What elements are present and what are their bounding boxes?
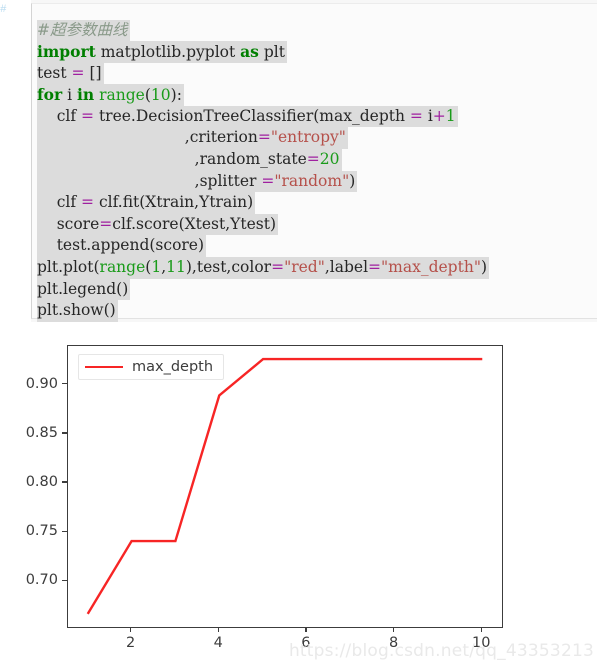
code-token: #超参数曲线 (37, 20, 128, 39)
plot-axes: max_depth (67, 345, 503, 628)
code-token: = (271, 258, 285, 277)
code-token: "red" (284, 258, 325, 277)
code-token: ,splitter (37, 171, 262, 190)
code-line: score=clf.score(Xtest,Ytest) (37, 213, 279, 236)
code-line: ,random_state=20 (37, 149, 342, 171)
code-token: 20 (319, 150, 340, 169)
code-line: #超参数曲线 (37, 19, 130, 42)
code-token: matplotlib.pyplot (95, 43, 241, 62)
code-token: = (71, 63, 85, 82)
code-token: clf (37, 193, 82, 212)
code-token: i (422, 106, 433, 125)
y-tick-label: 0.75 (25, 523, 58, 540)
code-line: clf = clf.fit(Xtrain,Ytrain) (37, 192, 256, 214)
code-token: ) (480, 258, 488, 277)
code-token: as (240, 42, 259, 62)
code-token: range (99, 86, 145, 105)
code-token: ,label (324, 258, 369, 277)
code-token: ),test,color (185, 258, 272, 277)
code-token: i (62, 86, 77, 105)
code-token: ): (170, 86, 182, 105)
code-token: score (37, 214, 100, 233)
code-line: ,criterion="entropy" (37, 127, 348, 150)
legend[interactable]: max_depth (78, 354, 225, 380)
line-series-svg (86, 357, 483, 615)
code-token: = (99, 214, 113, 233)
code-token: = (257, 128, 271, 147)
code-line: plt.legend() (37, 278, 131, 301)
code-line: test.append(score) (37, 235, 207, 258)
code-token: = (261, 171, 275, 190)
code-line: test = [] (37, 62, 104, 85)
code-token: 11 (166, 258, 186, 277)
y-tick-label: 0.90 (25, 375, 58, 392)
y-tick-label: 0.70 (25, 572, 58, 589)
code-token: plt (258, 43, 285, 62)
code-token: test.append(score) (37, 236, 205, 255)
code-token: for (37, 85, 63, 105)
code-line: for i in range(10): (37, 84, 184, 106)
code-token: plt.show() (37, 301, 116, 320)
code-source[interactable]: #超参数曲线 import matplotlib.pyplot as plt tes… (37, 19, 597, 322)
code-token: clf.score(Xtest,Ytest) (112, 214, 277, 233)
code-token: = (81, 106, 95, 125)
code-token: ,criterion (37, 128, 258, 147)
code-line: plt.show() (37, 300, 118, 322)
x-tick-mark (129, 627, 132, 633)
legend-color-swatch (85, 366, 123, 368)
legend-label: max_depth (132, 359, 214, 375)
code-token: "max_depth" (381, 258, 481, 277)
code-token: "random" (274, 171, 350, 190)
series-line-max_depth (86, 357, 483, 615)
code-line: ,splitter ="random") (37, 170, 358, 193)
gutter-marker: # (0, 4, 7, 16)
code-block: # #超参数曲线 import matplotlib.pyplot as plt t… (0, 0, 597, 322)
code-token: in (77, 85, 95, 105)
matplotlib-figure: 0.70 0.75 0.80 0.85 0.90 2 4 6 8 10 max_depth ht… (0, 322, 597, 670)
code-line: plt.plot(range(1,11),test,color="red",la… (37, 257, 490, 279)
code-token: test (37, 63, 72, 82)
code-token: 1 (151, 258, 162, 277)
watermark-text: https://blog.csdn.net/qq_43353213 (288, 641, 594, 661)
code-token: range (99, 258, 146, 277)
code-gutter: # (0, 0, 31, 322)
x-tick-label: 2 (125, 635, 136, 651)
y-tick-label: 0.85 (25, 424, 58, 441)
x-tick-mark (305, 627, 307, 633)
code-token: [] (84, 63, 102, 82)
code-token: = (368, 258, 382, 277)
code-token: tree.DecisionTreeClassifier(max_depth (94, 106, 410, 125)
code-token: clf (37, 106, 82, 125)
code-line: import matplotlib.pyplot as plt (37, 41, 287, 63)
code-token: clf.fit(Xtrain,Ytrain) (94, 193, 254, 212)
code-token: 1 (445, 106, 456, 125)
code-token: = (409, 106, 423, 125)
code-token: 10 (150, 86, 171, 105)
x-tick-mark (217, 627, 219, 633)
code-token: plt.legend() (37, 279, 129, 298)
code-token: plt.plot( (37, 258, 100, 277)
x-tick-mark (480, 627, 482, 633)
code-token: ,random_state (37, 150, 307, 169)
code-line: clf = tree.DecisionTreeClassifier(max_de… (37, 105, 458, 128)
code-token: "entropy" (270, 128, 346, 147)
code-token: + (432, 106, 446, 125)
code-token: ) (349, 171, 356, 190)
code-token: = (81, 193, 95, 212)
code-token: import (37, 42, 96, 62)
x-tick-label: 4 (213, 635, 223, 651)
code-token: = (306, 150, 320, 169)
x-tick-mark (392, 627, 395, 633)
y-tick-label: 0.80 (25, 474, 58, 491)
